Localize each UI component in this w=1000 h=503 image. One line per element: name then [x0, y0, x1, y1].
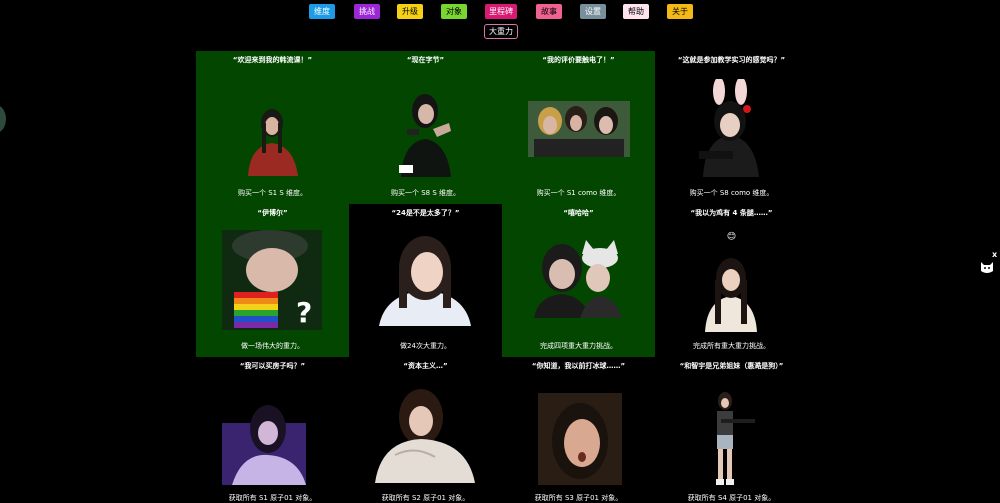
achievement-title: “我可以买房子吗？” — [239, 362, 306, 370]
achievement-cell[interactable]: “伊博尔” ? 做一场伟大的重力。 — [196, 204, 349, 357]
nav-dimensions[interactable]: 维度 — [309, 4, 335, 19]
portrait-standing-icon — [699, 256, 763, 332]
achievement-title: “现在字节” — [406, 56, 445, 64]
achievement-title: “和智宇是兄弟姐妹（惠澔是狗）” — [679, 362, 784, 370]
figure-with-rifle-icon — [707, 391, 755, 487]
achievement-title: “伊博尔” — [257, 209, 288, 217]
side-decoration — [0, 105, 6, 133]
achievement-title: “这就是参加教学实习的感觉吗？” — [677, 56, 786, 64]
nav-story[interactable]: 故事 — [536, 4, 562, 19]
duo-cat-hat-icon — [532, 236, 626, 318]
tab-big-gravity[interactable]: 大重力 — [484, 24, 518, 39]
portrait-surprised-icon — [538, 393, 622, 485]
smile-emoji-icon: 😊 — [726, 232, 737, 242]
group-photo-icon — [528, 101, 630, 157]
svg-text:?: ? — [296, 296, 312, 329]
achievement-cell[interactable]: “24是不是太多了？” 做24次大重力。 — [349, 204, 502, 357]
achievement-title: “资本主义…” — [403, 362, 448, 370]
nav-milestones[interactable]: 里程碑 — [485, 4, 517, 19]
achievement-caption: 获取所有 S4 原子01 对象。 — [687, 494, 776, 502]
close-icon[interactable]: x — [992, 250, 997, 259]
nav-settings[interactable]: 设置 — [580, 4, 606, 19]
portrait-smiling-icon — [375, 232, 475, 326]
achievement-caption: 购买一个 S1 como 维度。 — [536, 189, 621, 197]
achievement-title: “我以为鸡有 4 条腿……” — [690, 209, 773, 217]
achievement-caption: 做一场伟大的重力。 — [241, 342, 304, 350]
top-nav: 维度 挑战 升级 对象 里程碑 故事 设置 帮助 关于 — [0, 4, 1000, 20]
achievement-caption: 获取所有 S2 原子01 对象。 — [381, 494, 470, 502]
achievement-title: “欢迎来到我的韩流课！” — [232, 56, 313, 64]
nav-challenges[interactable]: 挑战 — [354, 4, 380, 19]
achievement-title: “24是不是太多了？” — [391, 209, 460, 217]
achievement-caption: 购买一个 S8 como 维度。 — [689, 189, 774, 197]
portrait-red-sweater-icon — [242, 101, 302, 176]
portrait-rainbow-flag-icon: ? — [222, 230, 322, 330]
portrait-blanket-icon — [375, 385, 475, 483]
achievement-cell[interactable]: “我以为鸡有 4 条腿……” 😊 完成所有重大重力挑战。 — [655, 204, 808, 357]
achievement-cell[interactable]: “我的评价要触电了！” 购买一个 S1 como 维度。 — [502, 51, 655, 204]
achievement-caption: 做24次大重力。 — [400, 342, 451, 350]
nav-about[interactable]: 关于 — [667, 4, 693, 19]
achievement-cell[interactable]: “和智宇是兄弟姐妹（惠澔是狗）” 获取所有 S4 原子01 对象。 — [655, 357, 808, 502]
cat-icon[interactable] — [980, 259, 994, 273]
nav-upgrades[interactable]: 升级 — [397, 4, 423, 19]
achievement-title: “我的评价要触电了！” — [542, 56, 615, 64]
achievement-cell[interactable]: “资本主义…” 获取所有 S2 原子01 对象。 — [349, 357, 502, 502]
achievement-caption: 完成四项重大重力挑战。 — [540, 342, 617, 350]
achievement-caption: 购买一个 S8 S 维度。 — [390, 189, 460, 197]
achievement-cell[interactable]: “这就是参加教学实习的感觉吗？” 购买一个 S8 como 维度。 — [655, 51, 808, 204]
achievement-cell[interactable]: “嘻哈哈” 完成四项重大重力挑战。 — [502, 204, 655, 357]
achievement-caption: 购买一个 S1 S 维度。 — [237, 189, 307, 197]
achievement-cell[interactable]: “我可以买房子吗？” 获取所有 S1 原子01 对象。 — [196, 357, 349, 502]
achievement-caption: 获取所有 S1 原子01 对象。 — [228, 494, 317, 502]
achievement-grid: “欢迎来到我的韩流课！” 购买一个 S1 S 维度。 “现在字节” 购买一个 S… — [196, 51, 808, 502]
achievement-cell[interactable]: “欢迎来到我的韩流课！” 购买一个 S1 S 维度。 — [196, 51, 349, 204]
achievement-caption: 获取所有 S3 原子01 对象。 — [534, 494, 623, 502]
portrait-bunny-ears-icon — [697, 77, 763, 177]
achievement-title: “你知道，我以前打冰球……” — [531, 362, 626, 370]
portrait-purple-light-icon — [222, 393, 306, 485]
nav-help[interactable]: 帮助 — [623, 4, 649, 19]
achievement-caption: 完成所有重大重力挑战。 — [693, 342, 770, 350]
nav-objects[interactable]: 对象 — [441, 4, 467, 19]
portrait-gun-pose-icon — [393, 87, 457, 177]
achievement-title: “嘻哈哈” — [563, 209, 594, 217]
achievement-cell[interactable]: “你知道，我以前打冰球……” 获取所有 S3 原子01 对象。 — [502, 357, 655, 502]
achievement-cell[interactable]: “现在字节” 购买一个 S8 S 维度。 — [349, 51, 502, 204]
